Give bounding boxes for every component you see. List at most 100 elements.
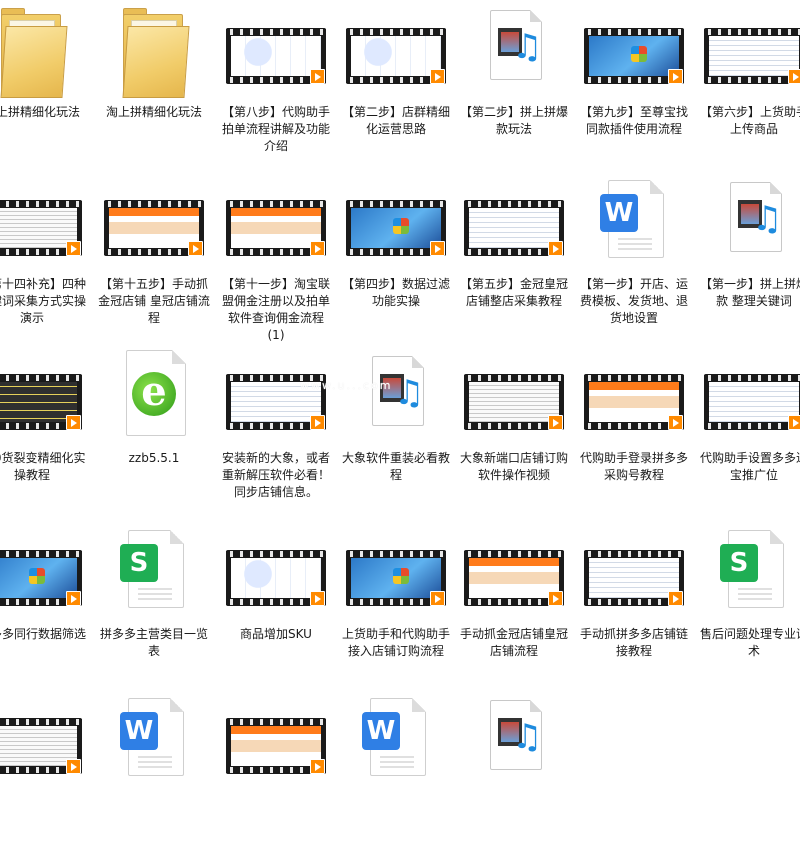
spreadsheet-icon: S bbox=[98, 522, 210, 622]
browser-app-icon bbox=[98, 346, 210, 446]
file-item[interactable]: 【第八步】代购助手拍单流程讲解及功能介绍 bbox=[220, 0, 332, 170]
folder-icon bbox=[98, 0, 210, 100]
word-document-icon: W bbox=[340, 690, 452, 790]
play-icon bbox=[430, 591, 445, 606]
video-file-icon bbox=[578, 0, 690, 100]
audio-file-icon: ♫ bbox=[458, 0, 570, 100]
file-name: 大象新端口店铺订购软件操作视频 bbox=[459, 451, 568, 482]
file-name: 售后问题处理专业话术 bbox=[699, 627, 800, 658]
file-item[interactable]: 大象新端口店铺订购软件操作视频 bbox=[458, 346, 570, 516]
file-name: 【第六步】上货助手上传商品 bbox=[699, 105, 800, 136]
video-file-icon bbox=[458, 522, 570, 622]
play-icon bbox=[788, 69, 800, 84]
file-item[interactable]: 【第四步】数据过滤功能实操 bbox=[340, 172, 452, 342]
file-name: 大象软件重装必看教程 bbox=[341, 451, 450, 482]
file-item[interactable]: 拼多多同行数据筛选 bbox=[0, 522, 88, 692]
watermark: www.u...com bbox=[300, 379, 393, 392]
file-item[interactable]: 代购助手登录拼多多采购号教程 bbox=[578, 346, 690, 516]
play-icon bbox=[310, 69, 325, 84]
video-file-icon bbox=[220, 0, 332, 100]
play-icon bbox=[66, 241, 81, 256]
file-name: 安装新的大象，或者重新解压软件必看！同步店铺信息。 bbox=[221, 451, 330, 499]
file-item[interactable]: ♫ 【第二步】拼上拼爆款玩法 bbox=[458, 0, 570, 170]
play-icon bbox=[188, 241, 203, 256]
file-name: 【第五步】金冠皇冠店铺整店采集教程 bbox=[459, 277, 568, 308]
play-icon bbox=[66, 415, 81, 430]
video-file-icon bbox=[458, 172, 570, 272]
video-file-icon bbox=[220, 346, 332, 446]
file-item[interactable]: 手动抓金冠店铺皇冠店铺流程 bbox=[458, 522, 570, 692]
file-item[interactable]: ♫ 大象软件重装必看教程 bbox=[340, 346, 452, 516]
file-item[interactable]: zzb5.5.1 bbox=[98, 346, 210, 516]
file-name: zzb5.5.1 bbox=[128, 451, 180, 465]
file-item[interactable]: 拼上拼精细化玩法 bbox=[0, 0, 88, 170]
file-name: 【第二步】店群精细化运营思路 bbox=[341, 105, 450, 136]
file-item[interactable]: W bbox=[98, 690, 210, 860]
word-document-icon: W bbox=[98, 690, 210, 790]
play-icon bbox=[668, 69, 683, 84]
file-name: 【第四步】数据过滤功能实操 bbox=[341, 277, 450, 308]
play-icon bbox=[430, 69, 445, 84]
video-file-icon bbox=[0, 172, 88, 272]
file-name: 拼多多同行数据筛选 bbox=[0, 627, 86, 641]
video-file-icon bbox=[220, 522, 332, 622]
file-name: 手动抓金冠店铺皇冠店铺流程 bbox=[459, 627, 568, 658]
file-name: 上货助手和代购助手接入店铺订购流程 bbox=[341, 627, 450, 658]
video-file-icon bbox=[98, 172, 210, 272]
file-item[interactable]: W 【第一步】开店、运费模板、发货地、退货地设置 bbox=[578, 172, 690, 342]
file-item[interactable]: 【第十一步】淘宝联盟佣金注册以及拍单软件查询佣金流程 (1) bbox=[220, 172, 332, 342]
file-name: 【第十五步】手动抓金冠店铺 皇冠店铺流程 bbox=[98, 277, 210, 325]
file-name: 【第十一步】淘宝联盟佣金注册以及拍单软件查询佣金流程 (1) bbox=[221, 277, 330, 342]
file-item[interactable]: 【第九步】至尊宝找同款插件使用流程 bbox=[578, 0, 690, 170]
file-item[interactable]: 淘上拼精细化玩法 bbox=[98, 0, 210, 170]
file-name: 淘上拼精细化玩法 bbox=[105, 105, 202, 119]
play-icon bbox=[788, 415, 800, 430]
video-file-icon bbox=[0, 690, 88, 790]
file-item[interactable]: ♫ 【第一步】拼上拼爆款 整理关键词 bbox=[698, 172, 800, 342]
file-item[interactable]: 代购助手设置多多进宝推广位 bbox=[698, 346, 800, 516]
video-file-icon bbox=[340, 0, 452, 100]
file-item[interactable]: S 拼多多主营类目一览表 bbox=[98, 522, 210, 692]
file-item[interactable]: 300货裂变精细化实操教程 bbox=[0, 346, 88, 516]
video-file-icon bbox=[578, 346, 690, 446]
file-item[interactable]: ♫ bbox=[458, 690, 570, 860]
file-name: 【第十四补充】四种关键词采集方式实操演示 bbox=[0, 277, 86, 325]
file-name: 商品增加SKU bbox=[240, 627, 312, 641]
play-icon bbox=[310, 759, 325, 774]
file-name: 【第八步】代购助手拍单流程讲解及功能介绍 bbox=[221, 105, 330, 153]
folder-icon bbox=[0, 0, 88, 100]
file-item[interactable]: 【第十四补充】四种关键词采集方式实操演示 bbox=[0, 172, 88, 342]
file-item[interactable]: 安装新的大象，或者重新解压软件必看！同步店铺信息。 bbox=[220, 346, 332, 516]
video-file-icon bbox=[578, 522, 690, 622]
file-item[interactable]: 【第十五步】手动抓金冠店铺 皇冠店铺流程 bbox=[98, 172, 210, 342]
file-item[interactable]: 上货助手和代购助手接入店铺订购流程 bbox=[340, 522, 452, 692]
file-name: 拼多多主营类目一览表 bbox=[99, 627, 208, 658]
file-item[interactable]: 【第六步】上货助手上传商品 bbox=[698, 0, 800, 170]
file-grid: 拼上拼精细化玩法 淘上拼精细化玩法 【第八步】代购助手拍单流程讲解及功能介绍【第二步… bbox=[0, 0, 800, 800]
play-icon bbox=[430, 241, 445, 256]
file-item[interactable]: 【第二步】店群精细化运营思路 bbox=[340, 0, 452, 170]
play-icon bbox=[548, 241, 563, 256]
video-file-icon bbox=[220, 690, 332, 790]
file-item[interactable]: W bbox=[340, 690, 452, 860]
play-icon bbox=[66, 759, 81, 774]
file-item[interactable]: 手动抓拼多多店铺链接教程 bbox=[578, 522, 690, 692]
play-icon bbox=[548, 591, 563, 606]
file-name: 拼上拼精细化玩法 bbox=[0, 105, 80, 119]
audio-file-icon: ♫ bbox=[340, 346, 452, 446]
file-item[interactable] bbox=[220, 690, 332, 860]
file-name: 代购助手登录拼多多采购号教程 bbox=[579, 451, 688, 482]
play-icon bbox=[548, 415, 563, 430]
file-item[interactable]: 【第五步】金冠皇冠店铺整店采集教程 bbox=[458, 172, 570, 342]
play-icon bbox=[310, 415, 325, 430]
play-icon bbox=[668, 591, 683, 606]
file-name: 手动抓拼多多店铺链接教程 bbox=[579, 627, 688, 658]
video-file-icon bbox=[0, 346, 88, 446]
file-item[interactable]: S 售后问题处理专业话术 bbox=[698, 522, 800, 692]
video-file-icon bbox=[458, 346, 570, 446]
file-item[interactable]: 商品增加SKU bbox=[220, 522, 332, 692]
file-name: 【第九步】至尊宝找同款插件使用流程 bbox=[579, 105, 688, 136]
file-item[interactable] bbox=[0, 690, 88, 860]
audio-file-icon: ♫ bbox=[458, 690, 570, 790]
spreadsheet-icon: S bbox=[698, 522, 800, 622]
